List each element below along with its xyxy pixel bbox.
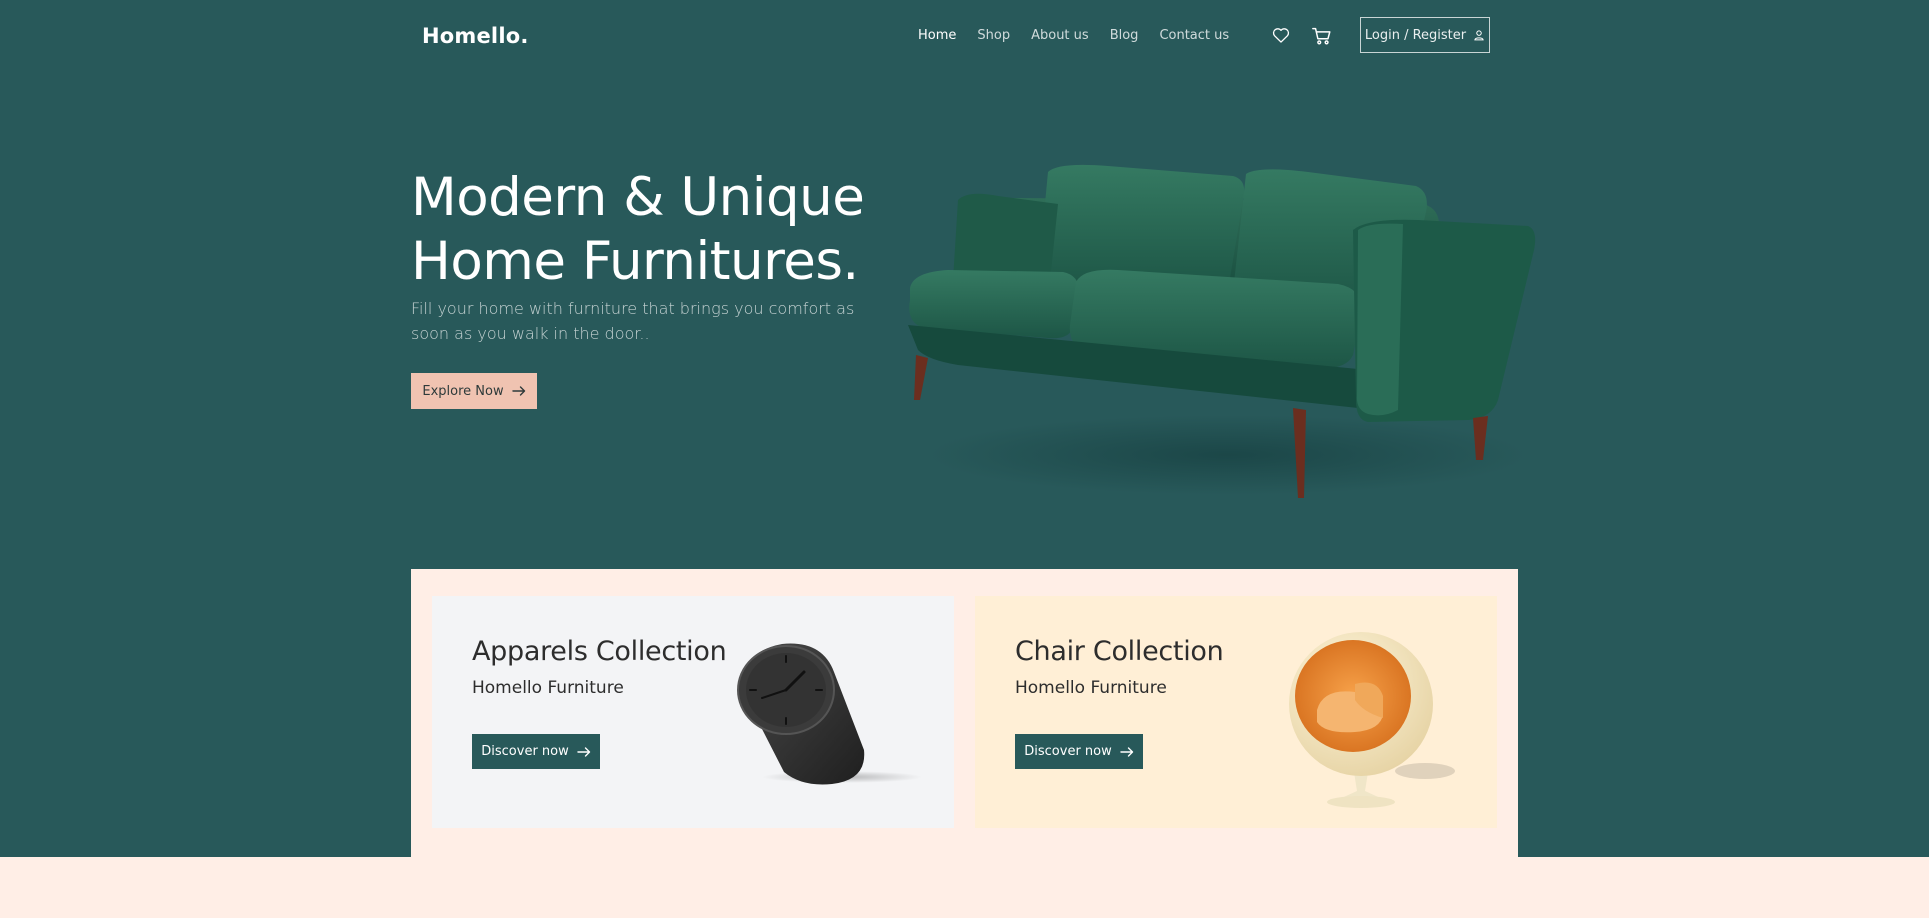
hero-subtitle: Fill your home with furniture that bring…	[411, 299, 855, 343]
login-register-button[interactable]: Login / Register	[1360, 17, 1490, 53]
discover-now-label: Discover now	[1024, 744, 1112, 759]
green-sofa-image	[908, 164, 1536, 498]
heart-icon[interactable]	[1271, 25, 1291, 45]
apparels-collection-card: Apparels Collection Homello Furniture Di…	[432, 596, 954, 828]
nav-about-us[interactable]: About us	[1031, 28, 1089, 43]
nav-home[interactable]: Home	[918, 28, 956, 43]
card-title: Chair Collection	[1015, 636, 1224, 667]
discover-now-button[interactable]: Discover now	[1015, 734, 1143, 769]
card-subtitle: Homello Furniture	[1015, 678, 1167, 698]
user-icon	[1474, 30, 1484, 41]
arrow-right-icon	[511, 386, 525, 396]
hero-title: Modern & Unique Home Furnitures.	[411, 166, 931, 294]
card-title: Apparels Collection	[472, 636, 727, 667]
arrow-right-icon	[1120, 746, 1133, 757]
discover-now-label: Discover now	[481, 744, 569, 759]
hero-title-line1: Modern & Unique	[411, 167, 865, 228]
cart-icon[interactable]	[1311, 25, 1333, 47]
collections-section: Apparels Collection Homello Furniture Di…	[411, 569, 1518, 857]
card-subtitle: Homello Furniture	[472, 678, 624, 698]
clock-image	[737, 643, 922, 785]
nav-shop[interactable]: Shop	[977, 28, 1010, 43]
main-nav: Home Shop About us Blog Contact us	[918, 28, 1229, 43]
explore-now-button[interactable]: Explore Now	[411, 373, 537, 409]
explore-now-label: Explore Now	[422, 383, 504, 399]
arrow-right-icon	[577, 746, 590, 757]
bottom-strip	[0, 857, 1929, 918]
hero-title-line2: Home Furnitures.	[411, 231, 859, 292]
discover-now-button[interactable]: Discover now	[472, 734, 600, 769]
nav-blog[interactable]: Blog	[1110, 28, 1139, 43]
nav-contact-us[interactable]: Contact us	[1159, 28, 1229, 43]
brand-logo[interactable]: Homello.	[422, 24, 529, 48]
chair-collection-card: Chair Collection Homello Furniture Disco…	[975, 596, 1497, 828]
ball-chair-image	[1289, 632, 1455, 808]
login-register-label: Login / Register	[1364, 27, 1467, 43]
